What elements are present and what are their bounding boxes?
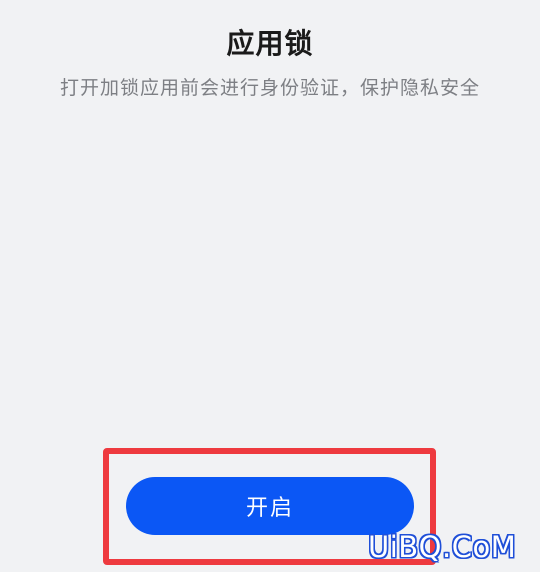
page-title: 应用锁 bbox=[226, 27, 314, 60]
app-lock-screen: 应用锁 打开加锁应用前会进行身份验证，保护隐私安全 开启 UiBQ.CoM bbox=[0, 0, 540, 572]
page-description: 打开加锁应用前会进行身份验证，保护隐私安全 bbox=[59, 77, 480, 99]
watermark-logo: UiBQ.CoM bbox=[368, 530, 517, 564]
enable-button[interactable]: 开启 bbox=[126, 477, 414, 535]
